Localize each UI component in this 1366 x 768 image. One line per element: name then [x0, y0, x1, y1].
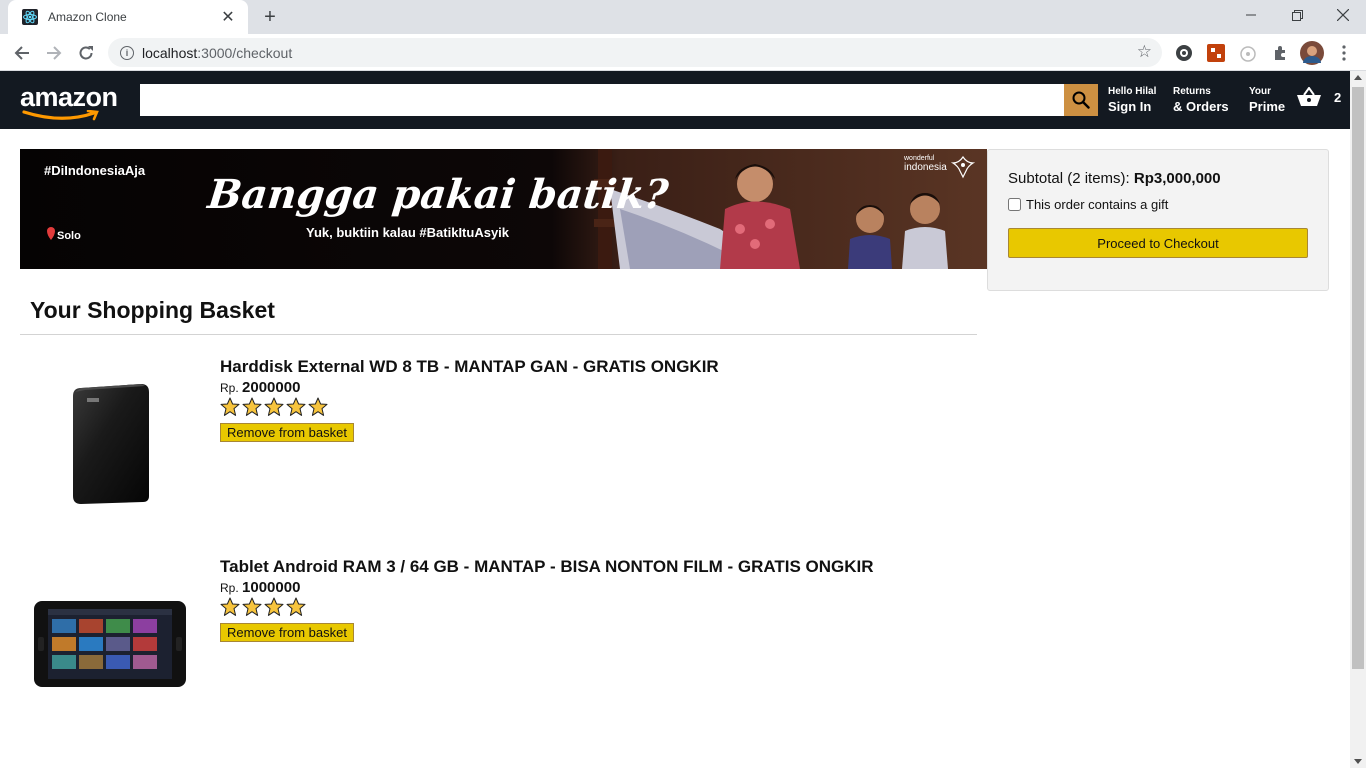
remove-from-basket-button[interactable]: Remove from basket	[220, 623, 354, 642]
logo-text: amazon	[20, 82, 118, 112]
tab-title: Amazon Clone	[48, 10, 127, 24]
product-title[interactable]: Tablet Android RAM 3 / 64 GB - MANTAP - …	[220, 557, 874, 577]
gift-option[interactable]: This order contains a gift	[1008, 197, 1308, 212]
basket-product: Tablet Android RAM 3 / 64 GB - MANTAP - …	[20, 553, 980, 733]
star-icon	[286, 597, 306, 616]
search-bar	[140, 84, 1098, 116]
garuda-logo-icon	[950, 155, 976, 179]
gift-checkbox[interactable]	[1008, 198, 1021, 211]
product-price: Rp. 1000000	[220, 579, 874, 596]
remove-from-basket-button[interactable]: Remove from basket	[220, 423, 354, 442]
star-icon	[286, 397, 306, 416]
nav-line-2: & Orders	[1173, 99, 1229, 114]
product-rating	[220, 597, 874, 617]
shopping-basket-icon	[1297, 87, 1321, 106]
logo-smile-icon	[22, 110, 99, 121]
browser-tab-strip: Amazon Clone ✕ +	[0, 0, 1366, 34]
harddisk-image	[73, 384, 149, 504]
page-viewport: amazon Hello Hilal Sign In Returns & Ord…	[0, 71, 1350, 768]
banner-hashtag: #DiIndonesiaAja	[44, 163, 146, 178]
search-input[interactable]	[140, 84, 1064, 116]
page-title: Your Shopping Basket	[20, 291, 977, 335]
restore-icon[interactable]	[1274, 0, 1320, 30]
subtotal-line: Subtotal (2 items): Rp3,000,000	[1008, 170, 1308, 187]
browser-tab[interactable]: Amazon Clone ✕	[8, 0, 248, 34]
nav-line-1: Hello Hilal	[1108, 86, 1157, 97]
nav-sign-in[interactable]: Hello Hilal Sign In	[1108, 85, 1156, 115]
nav-line-2: Sign In	[1108, 99, 1152, 114]
url-path: :3000/checkout	[197, 44, 293, 61]
search-icon	[1072, 91, 1090, 109]
nav-returns-orders[interactable]: Returns & Orders	[1173, 85, 1229, 115]
star-icon	[264, 597, 284, 616]
scroll-up-arrow-icon[interactable]	[1354, 75, 1362, 80]
gift-label: This order contains a gift	[1026, 197, 1169, 212]
react-icon	[22, 9, 38, 25]
bookmark-star-icon[interactable]: ☆	[1137, 42, 1152, 62]
star-icon	[220, 597, 240, 616]
extension-icon-3[interactable]	[1238, 43, 1258, 63]
scroll-thumb[interactable]	[1352, 87, 1364, 669]
extension-icon-2[interactable]	[1206, 43, 1226, 63]
subtotal-label: Subtotal (2 items):	[1008, 170, 1130, 187]
nav-line-1: Your	[1249, 86, 1272, 97]
banner-brand-small: wonderful	[904, 155, 935, 162]
address-bar[interactable]: i localhost:3000/checkout ☆	[108, 38, 1162, 67]
header-basket[interactable]: 2	[1296, 87, 1341, 107]
url-text: localhost:3000/checkout	[142, 45, 292, 61]
profile-avatar-icon[interactable]	[1300, 41, 1324, 65]
price-value: 1000000	[242, 579, 301, 596]
price-currency: Rp.	[220, 581, 239, 595]
scroll-down-arrow-icon[interactable]	[1354, 759, 1362, 764]
extension-icon-1[interactable]	[1174, 43, 1194, 63]
site-info-icon[interactable]: i	[120, 45, 134, 60]
page-scrollbar[interactable]	[1350, 71, 1366, 768]
product-title[interactable]: Harddisk External WD 8 TB - MANTAP GAN -…	[220, 357, 719, 377]
star-icon	[308, 397, 328, 416]
nav-prime[interactable]: Your Prime	[1249, 85, 1285, 115]
star-icon	[220, 397, 240, 416]
minimize-icon[interactable]	[1228, 0, 1274, 30]
url-host: localhost	[142, 44, 198, 61]
star-icon	[264, 397, 284, 416]
product-price: Rp. 2000000	[220, 379, 719, 396]
close-window-icon[interactable]	[1320, 0, 1366, 30]
tablet-image	[34, 601, 186, 687]
basket-product: Harddisk External WD 8 TB - MANTAP GAN -…	[20, 353, 980, 533]
basket-count: 2	[1334, 89, 1342, 105]
subtotal-amount: Rp3,000,000	[1133, 170, 1221, 187]
new-tab-icon[interactable]: +	[258, 5, 282, 29]
reload-icon[interactable]	[72, 39, 100, 67]
browser-menu-icon[interactable]	[1334, 43, 1354, 63]
banner-location: Solo	[57, 230, 81, 242]
banner-subline: Yuk, buktiin kalau #BatikItuAsyik	[306, 225, 510, 240]
nav-line-2: Prime	[1249, 99, 1286, 114]
banner-brand: indonesia	[904, 162, 947, 173]
price-currency: Rp.	[220, 381, 239, 395]
star-icon	[242, 397, 262, 416]
proceed-to-checkout-button[interactable]: Proceed to Checkout	[1008, 228, 1308, 258]
product-info: Harddisk External WD 8 TB - MANTAP GAN -…	[220, 353, 719, 533]
close-tab-icon[interactable]: ✕	[218, 7, 238, 27]
nav-line-1: Returns	[1173, 86, 1211, 97]
site-header: amazon Hello Hilal Sign In Returns & Ord…	[0, 71, 1350, 129]
browser-toolbar: i localhost:3000/checkout ☆	[0, 34, 1366, 71]
search-button[interactable]	[1064, 84, 1098, 116]
promo-banner[interactable]: #DiIndonesiaAja Bangga pakai batik? Yuk,…	[20, 149, 987, 269]
price-value: 2000000	[242, 379, 301, 396]
banner-headline: Bangga pakai batik?	[205, 171, 671, 218]
puzzle-extensions-icon[interactable]	[1270, 43, 1290, 63]
product-image-harddisk[interactable]	[20, 353, 200, 533]
product-image-tablet[interactable]	[20, 553, 200, 733]
star-icon	[242, 597, 262, 616]
product-info: Tablet Android RAM 3 / 64 GB - MANTAP - …	[220, 553, 874, 733]
forward-arrow-icon[interactable]	[40, 39, 68, 67]
product-rating	[220, 397, 719, 417]
subtotal-box: Subtotal (2 items): Rp3,000,000 This ord…	[987, 149, 1329, 291]
back-arrow-icon[interactable]	[8, 39, 36, 67]
amazon-logo[interactable]: amazon	[20, 80, 120, 121]
